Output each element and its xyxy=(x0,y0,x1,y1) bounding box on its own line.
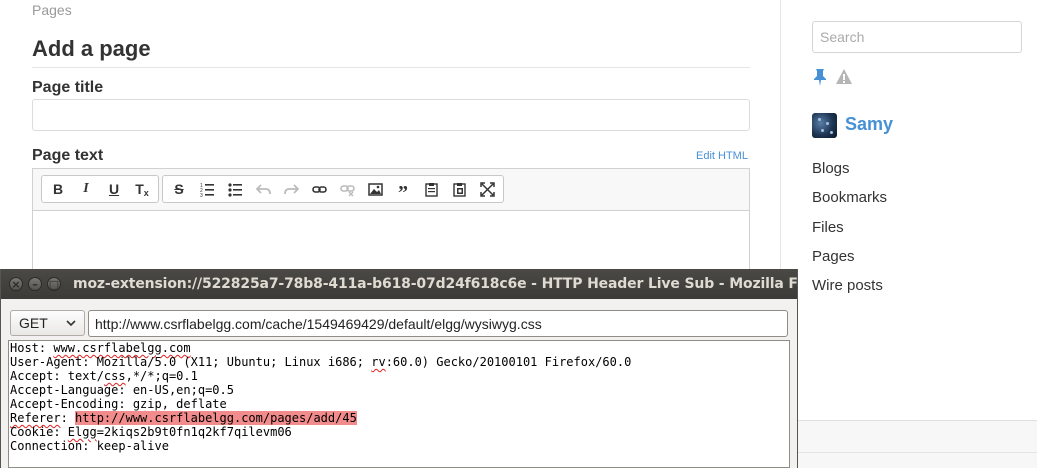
paste-icon[interactable] xyxy=(417,177,445,201)
menu-item-pages[interactable]: Pages xyxy=(812,248,887,277)
redo-icon[interactable] xyxy=(277,177,305,201)
maximize-icon[interactable] xyxy=(473,177,501,201)
bulleted-list-icon[interactable] xyxy=(221,177,249,201)
underline-icon[interactable]: U xyxy=(100,177,128,201)
header-accept: Accept: text/css,*/*;q=0.1 xyxy=(10,369,198,383)
pin-icon[interactable] xyxy=(813,68,827,86)
menu-item-bookmarks[interactable]: Bookmarks xyxy=(812,189,887,218)
page-footer-strip xyxy=(798,420,1037,468)
editor-toolbar: B I U Tx S 123 ” xyxy=(33,169,749,211)
close-icon[interactable]: × xyxy=(9,277,23,291)
owner-name-link[interactable]: Samy xyxy=(845,114,893,135)
window-title: moz-extension://522825a7-78b8-411a-b618-… xyxy=(73,276,798,292)
method-select[interactable]: GET xyxy=(10,310,85,336)
image-icon[interactable] xyxy=(361,177,389,201)
page-text-label: Page text xyxy=(32,147,104,164)
http-header-live-window: × – □ moz-extension://522825a7-78b8-411a… xyxy=(0,269,798,468)
numbered-list-icon[interactable]: 123 xyxy=(193,177,221,201)
headers-textarea[interactable]: Host: www.csrflabelgg.com User-Agent: Mo… xyxy=(8,340,790,468)
unlink-icon[interactable] xyxy=(333,177,361,201)
link-icon[interactable] xyxy=(305,177,333,201)
url-input[interactable]: http://www.csrflabelgg.com/cache/1549469… xyxy=(88,310,788,337)
page-title-input[interactable] xyxy=(32,99,750,131)
menu-item-files[interactable]: Files xyxy=(812,219,887,248)
toolbar-group-advanced: S 123 ” xyxy=(162,175,504,204)
svg-text:3: 3 xyxy=(200,193,203,197)
bold-icon[interactable]: B xyxy=(44,177,72,201)
header-cookie: Cookie: Elgg=2kiqs2b9t0fn1q2kf7qilevm06 xyxy=(10,425,292,439)
toolbar-group-basic: B I U Tx xyxy=(41,175,159,203)
menu-item-wire-posts[interactable]: Wire posts xyxy=(812,277,887,306)
header-referer: Referer: http://www.csrflabelgg.com/page… xyxy=(10,411,357,425)
method-value: GET xyxy=(19,315,48,331)
breadcrumb[interactable]: Pages xyxy=(32,2,72,18)
edit-html-link[interactable]: Edit HTML xyxy=(696,150,748,162)
minimize-icon[interactable]: – xyxy=(28,277,42,291)
header-host: Host: www.csrflabelgg.com xyxy=(10,341,191,355)
maximize-window-icon[interactable]: □ xyxy=(47,277,61,291)
header-connection: Connection: keep-alive xyxy=(10,439,169,453)
header-accept-language: Accept-Language: en-US,en;q=0.5 xyxy=(10,383,234,397)
undo-icon[interactable] xyxy=(249,177,277,201)
search-input[interactable] xyxy=(812,21,1022,53)
avatar[interactable] xyxy=(812,113,837,138)
title-divider xyxy=(32,67,750,68)
owner-block-menu: Blogs Bookmarks Files Pages Wire posts xyxy=(812,160,887,306)
page-title-label: Page title xyxy=(32,79,104,96)
page-footer-divider xyxy=(798,452,1037,453)
paste-from-word-icon[interactable] xyxy=(445,177,473,201)
header-user-agent: User-Agent: Mozilla/5.0 (X11; Ubuntu; Li… xyxy=(10,355,632,369)
chevron-down-icon xyxy=(66,319,76,326)
menu-item-blogs[interactable]: Blogs xyxy=(812,160,887,189)
remove-format-icon[interactable]: Tx xyxy=(128,177,156,201)
italic-icon[interactable]: I xyxy=(72,177,100,201)
page-title: Add a page xyxy=(32,36,151,61)
header-accept-encoding: Accept-Encoding: gzip, deflate xyxy=(10,397,227,411)
window-titlebar[interactable]: × – □ moz-extension://522825a7-78b8-411a… xyxy=(1,269,798,299)
strikethrough-icon[interactable]: S xyxy=(165,177,193,201)
warning-icon[interactable] xyxy=(835,68,853,86)
referer-highlight: http://www.csrflabelgg.com/pages/add/45 xyxy=(75,411,357,425)
blockquote-icon[interactable]: ” xyxy=(389,177,417,204)
